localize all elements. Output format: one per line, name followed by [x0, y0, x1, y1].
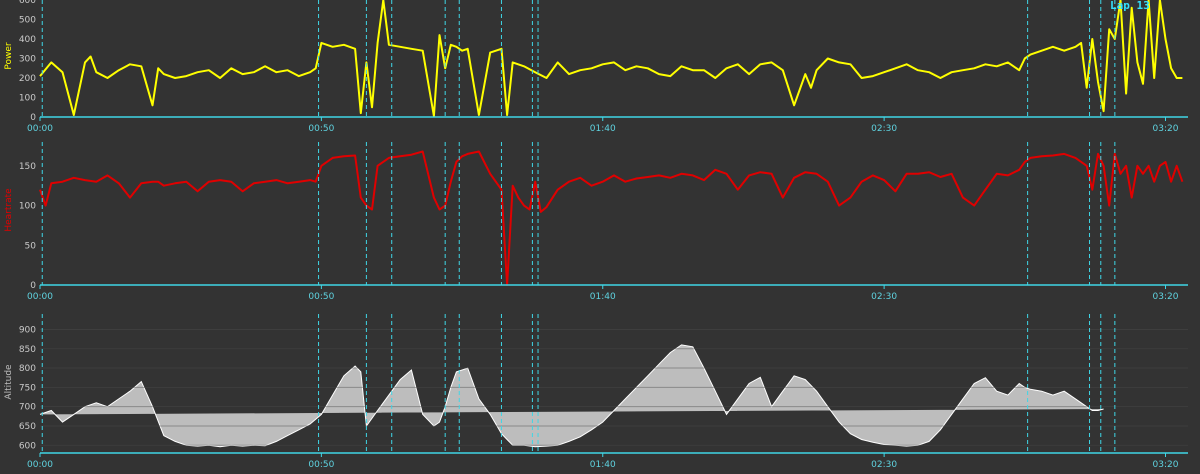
chart-stage: 00:00 00:50 01:40 02:30 03:20 0 100 200 300 400 50… [4, 0, 1188, 470]
altitude-y-tick-label-6: 900 [19, 325, 36, 335]
power-y-tick-label-1: 100 [19, 94, 36, 104]
altitude-y-tick-label-3: 750 [19, 383, 36, 393]
heartrate-y-tick-label-2: 100 [19, 202, 36, 212]
altitude-x-tick-label-4: 03:20 [1153, 460, 1179, 470]
power-series-line [39, 0, 1183, 117]
power-x-tick-label-4: 03:20 [1153, 124, 1179, 134]
heartrate-x-tick-label-0: 00:00 [27, 292, 53, 302]
power-lap-annotation: Lap 13 [1110, 0, 1150, 12]
altitude-y-tick-label-1: 650 [19, 422, 36, 432]
heartrate-x-tick-label-4: 03:20 [1153, 292, 1179, 302]
power-y-axis-label: Power [4, 42, 14, 70]
altitude-x-tick-label-2: 01:40 [590, 460, 616, 470]
heartrate-series-line [39, 150, 1184, 286]
power-x-tick-label-3: 02:30 [871, 124, 897, 134]
power-y-tick-label-4: 400 [19, 35, 36, 45]
altitude-x-tick-label-0: 00:00 [27, 460, 53, 470]
power-y-tick-label-2: 200 [19, 74, 36, 84]
altitude-x-tick-label-1: 00:50 [308, 460, 334, 470]
heartrate-x-tick-label-2: 01:40 [590, 292, 616, 302]
heartrate-y-axis-label: Heartrate [4, 188, 14, 232]
altitude-y-tick-label-4: 800 [19, 364, 36, 374]
heartrate-y-tick-label-3: 150 [19, 162, 36, 172]
power-y-tick-label-3: 300 [19, 55, 36, 65]
heartrate-x-tick-label-3: 02:30 [871, 292, 897, 302]
altitude-y-tick-label-0: 600 [19, 441, 36, 451]
power-x-tick-label-2: 01:40 [590, 124, 616, 134]
power-y-tick-label-0: 0 [30, 113, 36, 123]
power-y-tick-label-5: 500 [19, 16, 36, 26]
altitude-x-tick-label-3: 02:30 [871, 460, 897, 470]
power-x-tick-label-1: 00:50 [308, 124, 334, 134]
heartrate-y-tick-label-0: 0 [30, 281, 36, 291]
heartrate-y-tick-label-1: 50 [25, 241, 37, 251]
power-y-tick-label-6: 600 [19, 0, 36, 6]
power-x-tick-label-0: 00:00 [27, 124, 53, 134]
altitude-y-tick-label-2: 700 [19, 403, 36, 413]
heartrate-x-tick-label-1: 00:50 [308, 292, 334, 302]
altitude-y-axis-label: Altitude [4, 364, 14, 400]
altitude-area [39, 344, 1104, 448]
altitude-y-tick-label-5: 850 [19, 345, 36, 355]
